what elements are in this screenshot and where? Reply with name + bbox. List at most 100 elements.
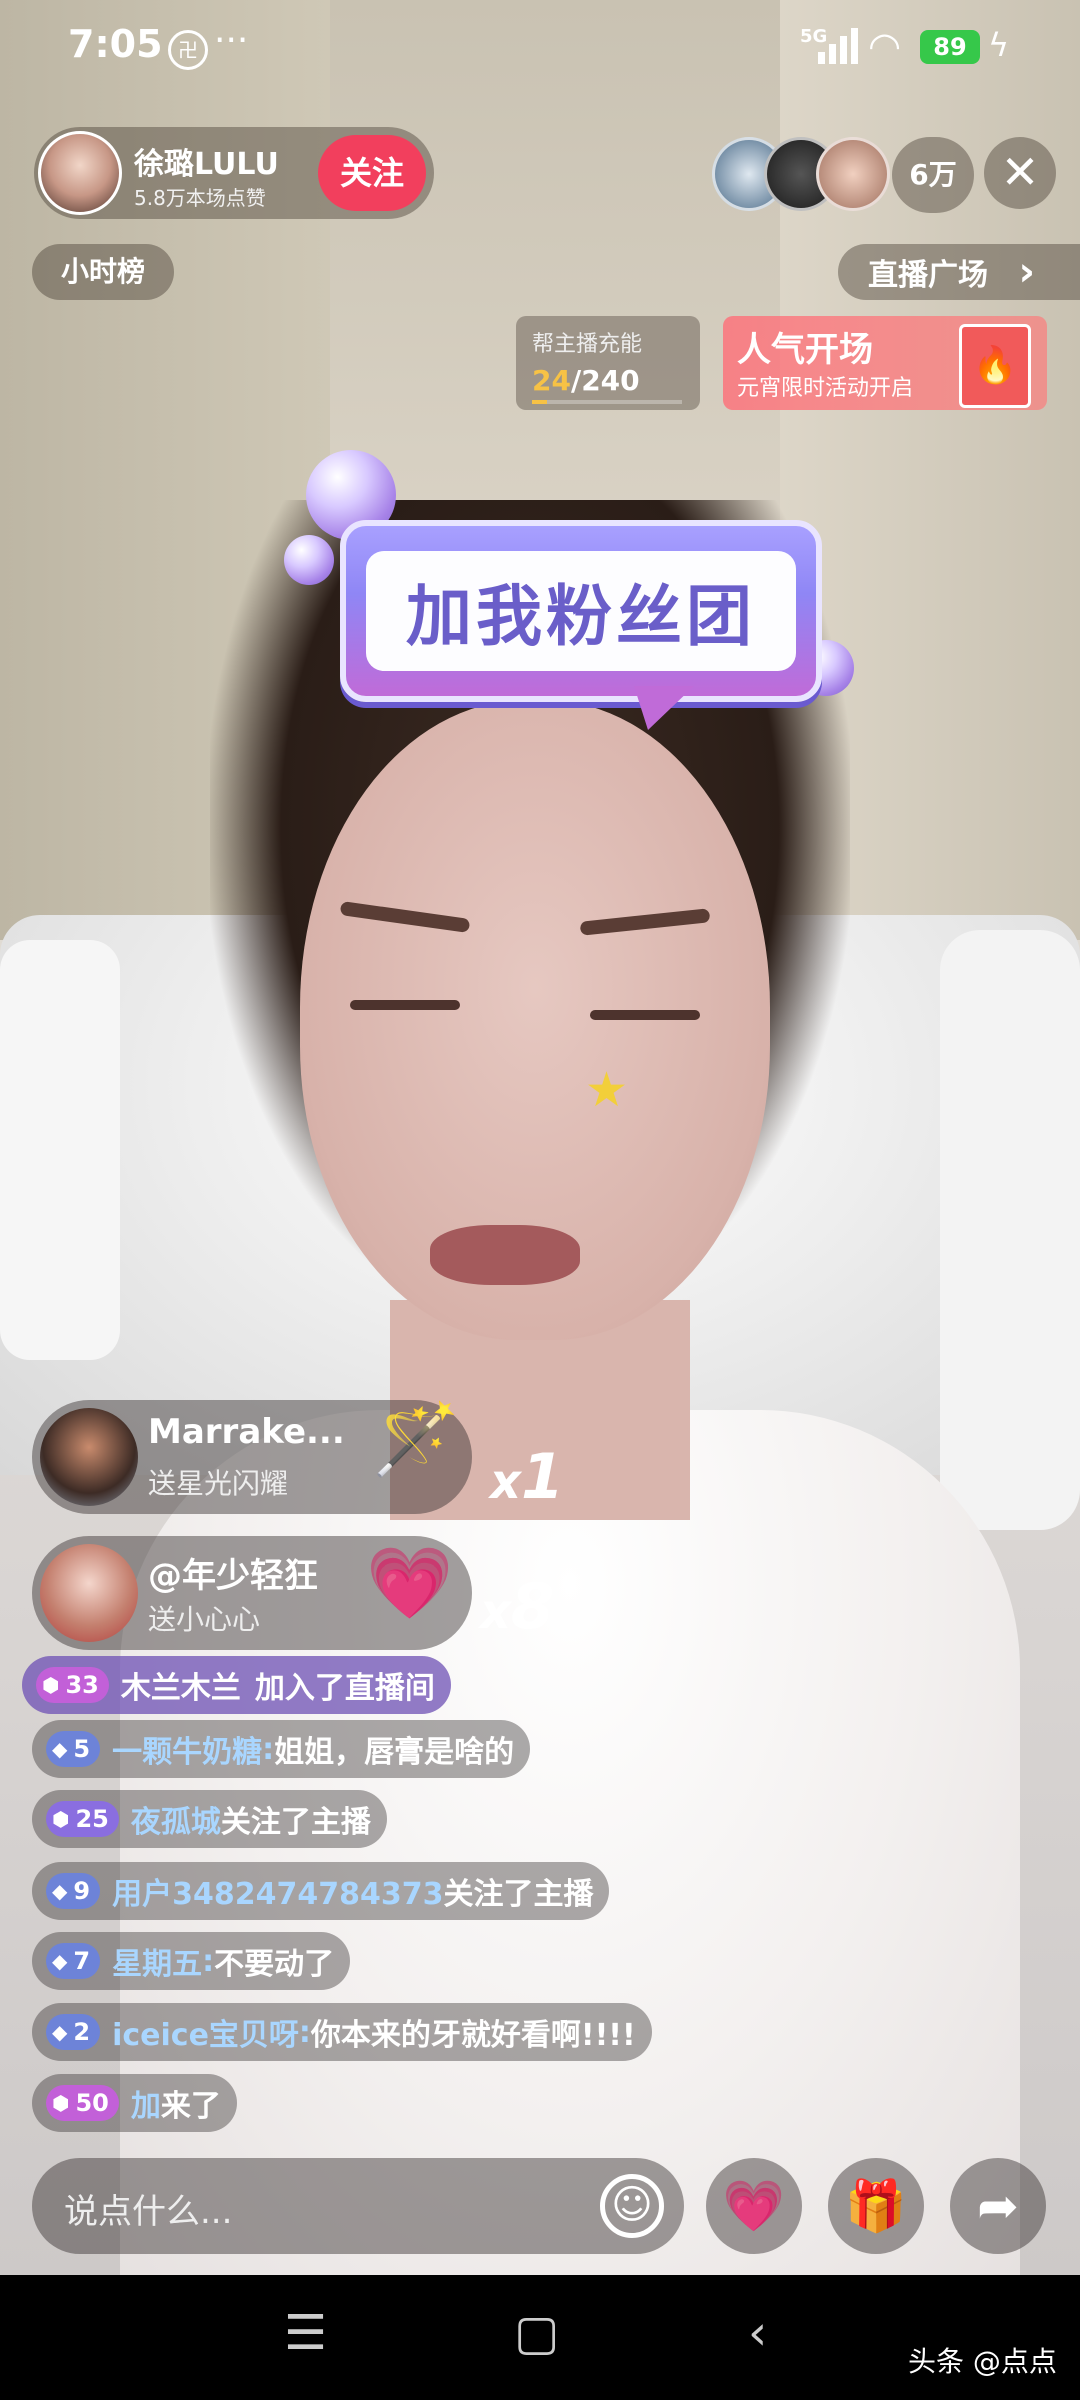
comment-user[interactable]: 加 (131, 2081, 161, 2125)
comment-user[interactable]: 夜孤城 (131, 1797, 221, 1841)
host-likes: 5.8万本场点赞 (134, 186, 266, 210)
magic-wand-gift-icon: 🪄 (372, 1398, 460, 1480)
face-star-sticker: ★ (585, 1062, 629, 1118)
comment-text: 来了 (160, 2089, 221, 2124)
home-icon[interactable]: ▢ (514, 2305, 559, 2361)
comment-separator: : (298, 2014, 311, 2050)
comment-text: 姐姐，唇膏是啥的 (274, 1735, 515, 1770)
fan-level-badge: ◆ 5 (46, 1731, 101, 1767)
sticker-text: 加我粉丝团 (406, 578, 756, 655)
hourly-rank-button[interactable]: 小时榜 (32, 244, 174, 300)
fan-level-badge: ⬢ 25 (46, 1801, 119, 1837)
live-plaza-button[interactable]: 直播广场 › (838, 244, 1080, 300)
cushion-right (940, 930, 1080, 1530)
watermark: 头条 @点点 (908, 2345, 1057, 2378)
follow-button[interactable]: 关注 (318, 135, 426, 211)
gift-sender-avatar[interactable] (40, 1544, 138, 1642)
comment-text: 关注了主播 (443, 1877, 594, 1912)
emoji-icon[interactable]: ☺ (600, 2174, 664, 2238)
popularity-title: 人气开场 (737, 330, 873, 370)
fan-badge-icon: ◆ (52, 1737, 68, 1761)
comment-input[interactable]: 说点什么... ☺ (32, 2158, 684, 2254)
cushion-left (0, 940, 120, 1360)
comment-placeholder: 说点什么... (64, 2192, 233, 2232)
heart-gift-icon: 💗 (366, 1542, 454, 1624)
right-eye (590, 1010, 700, 1020)
fan-level: 25 (75, 1805, 109, 1833)
gift-sender-avatar[interactable] (40, 1408, 138, 1506)
fan-level-badge: ◆ 9 (46, 1873, 101, 1909)
comment-text: 关注了主播 (220, 1805, 371, 1840)
fan-badge-icon: ◆ (52, 1949, 68, 1973)
fan-level-badge: ⬢ 33 (36, 1667, 109, 1703)
fan-level: 9 (73, 1877, 91, 1905)
gift-count: x8 (480, 1570, 554, 1643)
charging-icon: ϟ (988, 26, 1010, 64)
comment-user[interactable]: 用户3482474784373 (112, 1869, 443, 1913)
heart-button[interactable]: 💗 (706, 2158, 802, 2254)
share-button[interactable]: ➦ (950, 2158, 1046, 2254)
viewer-avatar[interactable] (816, 137, 890, 211)
menu-icon[interactable]: ☰ (284, 2305, 327, 2361)
join-message[interactable]: ⬢ 33 木兰木兰 加入了直播间 (22, 1656, 451, 1714)
host-info[interactable]: 徐璐LULU 5.8万本场点赞 关注 (34, 127, 434, 219)
comment-user[interactable]: 一颗牛奶糖 (112, 1727, 262, 1771)
app-notification-icon: 卍 (168, 30, 208, 70)
comment-user[interactable]: 木兰木兰 (121, 1663, 241, 1707)
popularity-event-banner[interactable]: 人气开场 元宵限时活动开启 🔥 (723, 316, 1047, 410)
comment-user[interactable]: iceice宝贝呀 (112, 2010, 299, 2054)
charge-count: 24/240 (532, 364, 640, 397)
viewer-count[interactable]: 6万 (892, 137, 974, 213)
gift-count: x1 (490, 1440, 564, 1513)
comment-row[interactable]: ⬢ 25 夜孤城 关注了主播 (32, 1790, 387, 1848)
popularity-subtitle: 元宵限时活动开启 (737, 376, 914, 401)
fan-badge-icon: ⬢ (42, 1673, 60, 1697)
close-button[interactable]: ✕ (984, 137, 1056, 209)
gift-description: 送小心心 (148, 1603, 261, 1636)
fan-level: 5 (73, 1735, 91, 1763)
comment-row[interactable]: ◆ 7 星期五: 不要动了 (32, 1932, 351, 1990)
top-viewers[interactable] (712, 137, 892, 213)
left-eye (350, 1000, 460, 1010)
gift-sender-name: @年少轻狂 (148, 1556, 318, 1596)
fan-level-badge: ◆ 2 (46, 2014, 101, 2050)
gift-count-value: 8 (510, 1570, 555, 1643)
comment-row[interactable]: ◆ 2 iceice宝贝呀: 你本来的牙就好看啊!!!! (32, 2003, 652, 2061)
fan-club-sticker[interactable]: 加我粉丝团 (340, 520, 822, 730)
battery-icon: 89 (920, 30, 980, 64)
fan-level: 2 (73, 2018, 91, 2046)
comment-separator: : (202, 1943, 215, 1979)
system-navigation-bar: ☰ ▢ ‹ (0, 2275, 1080, 2400)
comment-text: 你本来的牙就好看啊!!!! (310, 2018, 636, 2053)
comment-separator: : (262, 1731, 275, 1767)
fan-level: 33 (65, 1671, 99, 1699)
sticker-inner: 加我粉丝团 (366, 551, 796, 671)
fan-badge-icon: ◆ (52, 1879, 68, 1903)
comment-text: 不要动了 (214, 1947, 335, 1982)
disco-ball-icon (284, 535, 334, 585)
live-plaza-label: 直播广场 (868, 258, 988, 293)
back-icon[interactable]: ‹ (748, 2305, 767, 2361)
gift-times-sign: x (480, 1584, 511, 1640)
status-bar: 7:05 卍 ··· 5G ◠ 89 ϟ (0, 0, 1080, 100)
comment-row[interactable]: ◆ 5 一颗牛奶糖: 姐姐，唇膏是啥的 (32, 1720, 531, 1778)
gift-button[interactable]: 🎁 (828, 2158, 924, 2254)
fan-badge-icon: ⬢ (52, 1807, 70, 1831)
fan-badge-icon: ◆ (52, 2020, 68, 2044)
fan-level-badge: ⬢ 50 (46, 2085, 119, 2121)
charge-widget[interactable]: 帮主播充能 24/240 (516, 316, 700, 410)
status-time: 7:05 (68, 22, 163, 66)
gift-sender-name: Marrake... (148, 1412, 345, 1452)
comment-user[interactable]: 星期五 (112, 1939, 202, 1983)
clapperboard-fire-icon: 🔥 (959, 324, 1031, 408)
gift-times-sign: x (490, 1454, 521, 1510)
bottom-action-bar: 说点什么... ☺ 💗 🎁 ➦ (0, 2150, 1080, 2260)
comment-row[interactable]: ⬢ 50 加 来了 (32, 2074, 237, 2132)
comment-row[interactable]: ◆ 9 用户3482474784373 关注了主播 (32, 1862, 610, 1920)
signal-icon (818, 26, 858, 64)
host-name: 徐璐LULU (134, 147, 279, 182)
gift-count-value: 1 (520, 1440, 565, 1513)
fan-level: 50 (75, 2089, 109, 2117)
host-avatar[interactable] (38, 131, 122, 215)
streamer-mouth (430, 1225, 580, 1285)
